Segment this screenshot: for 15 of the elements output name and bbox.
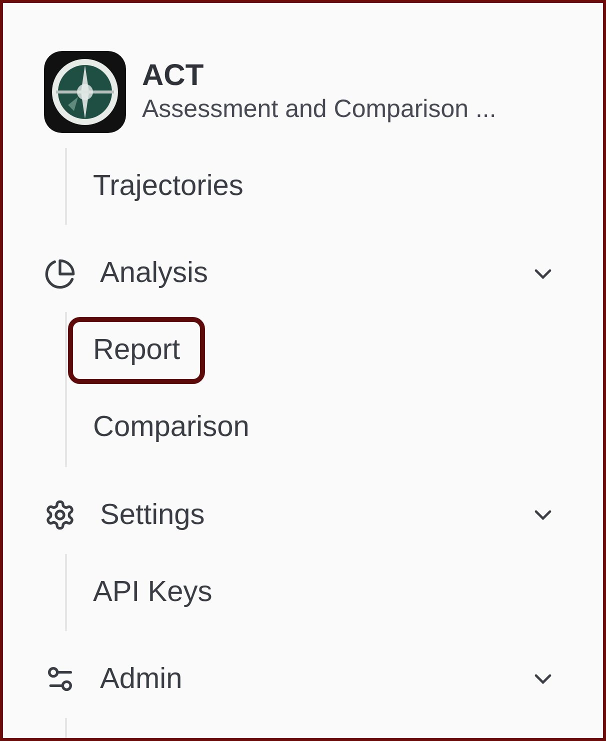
nav-group-label: Analysis [100,257,208,290]
nav-group-header[interactable]: Settings [44,498,529,532]
app-subtitle: Assessment and Comparison ... [142,95,496,124]
settings-icon [44,499,76,532]
app-title: ACT [142,59,205,94]
nav-item[interactable]: Report [68,317,206,384]
logo-icon [44,50,126,133]
nav-group-header[interactable]: Analysis [44,257,529,290]
nav-item[interactable]: Trajectories [68,152,268,220]
nav-group-label: Settings [100,498,205,532]
nav-group-label: Admin [100,662,182,696]
nav-item[interactable]: API Keys [68,558,238,626]
pie-chart-icon [44,258,76,290]
nav-group-header[interactable]: Admin [44,662,529,696]
nav-item[interactable]: Comparison [68,394,274,462]
